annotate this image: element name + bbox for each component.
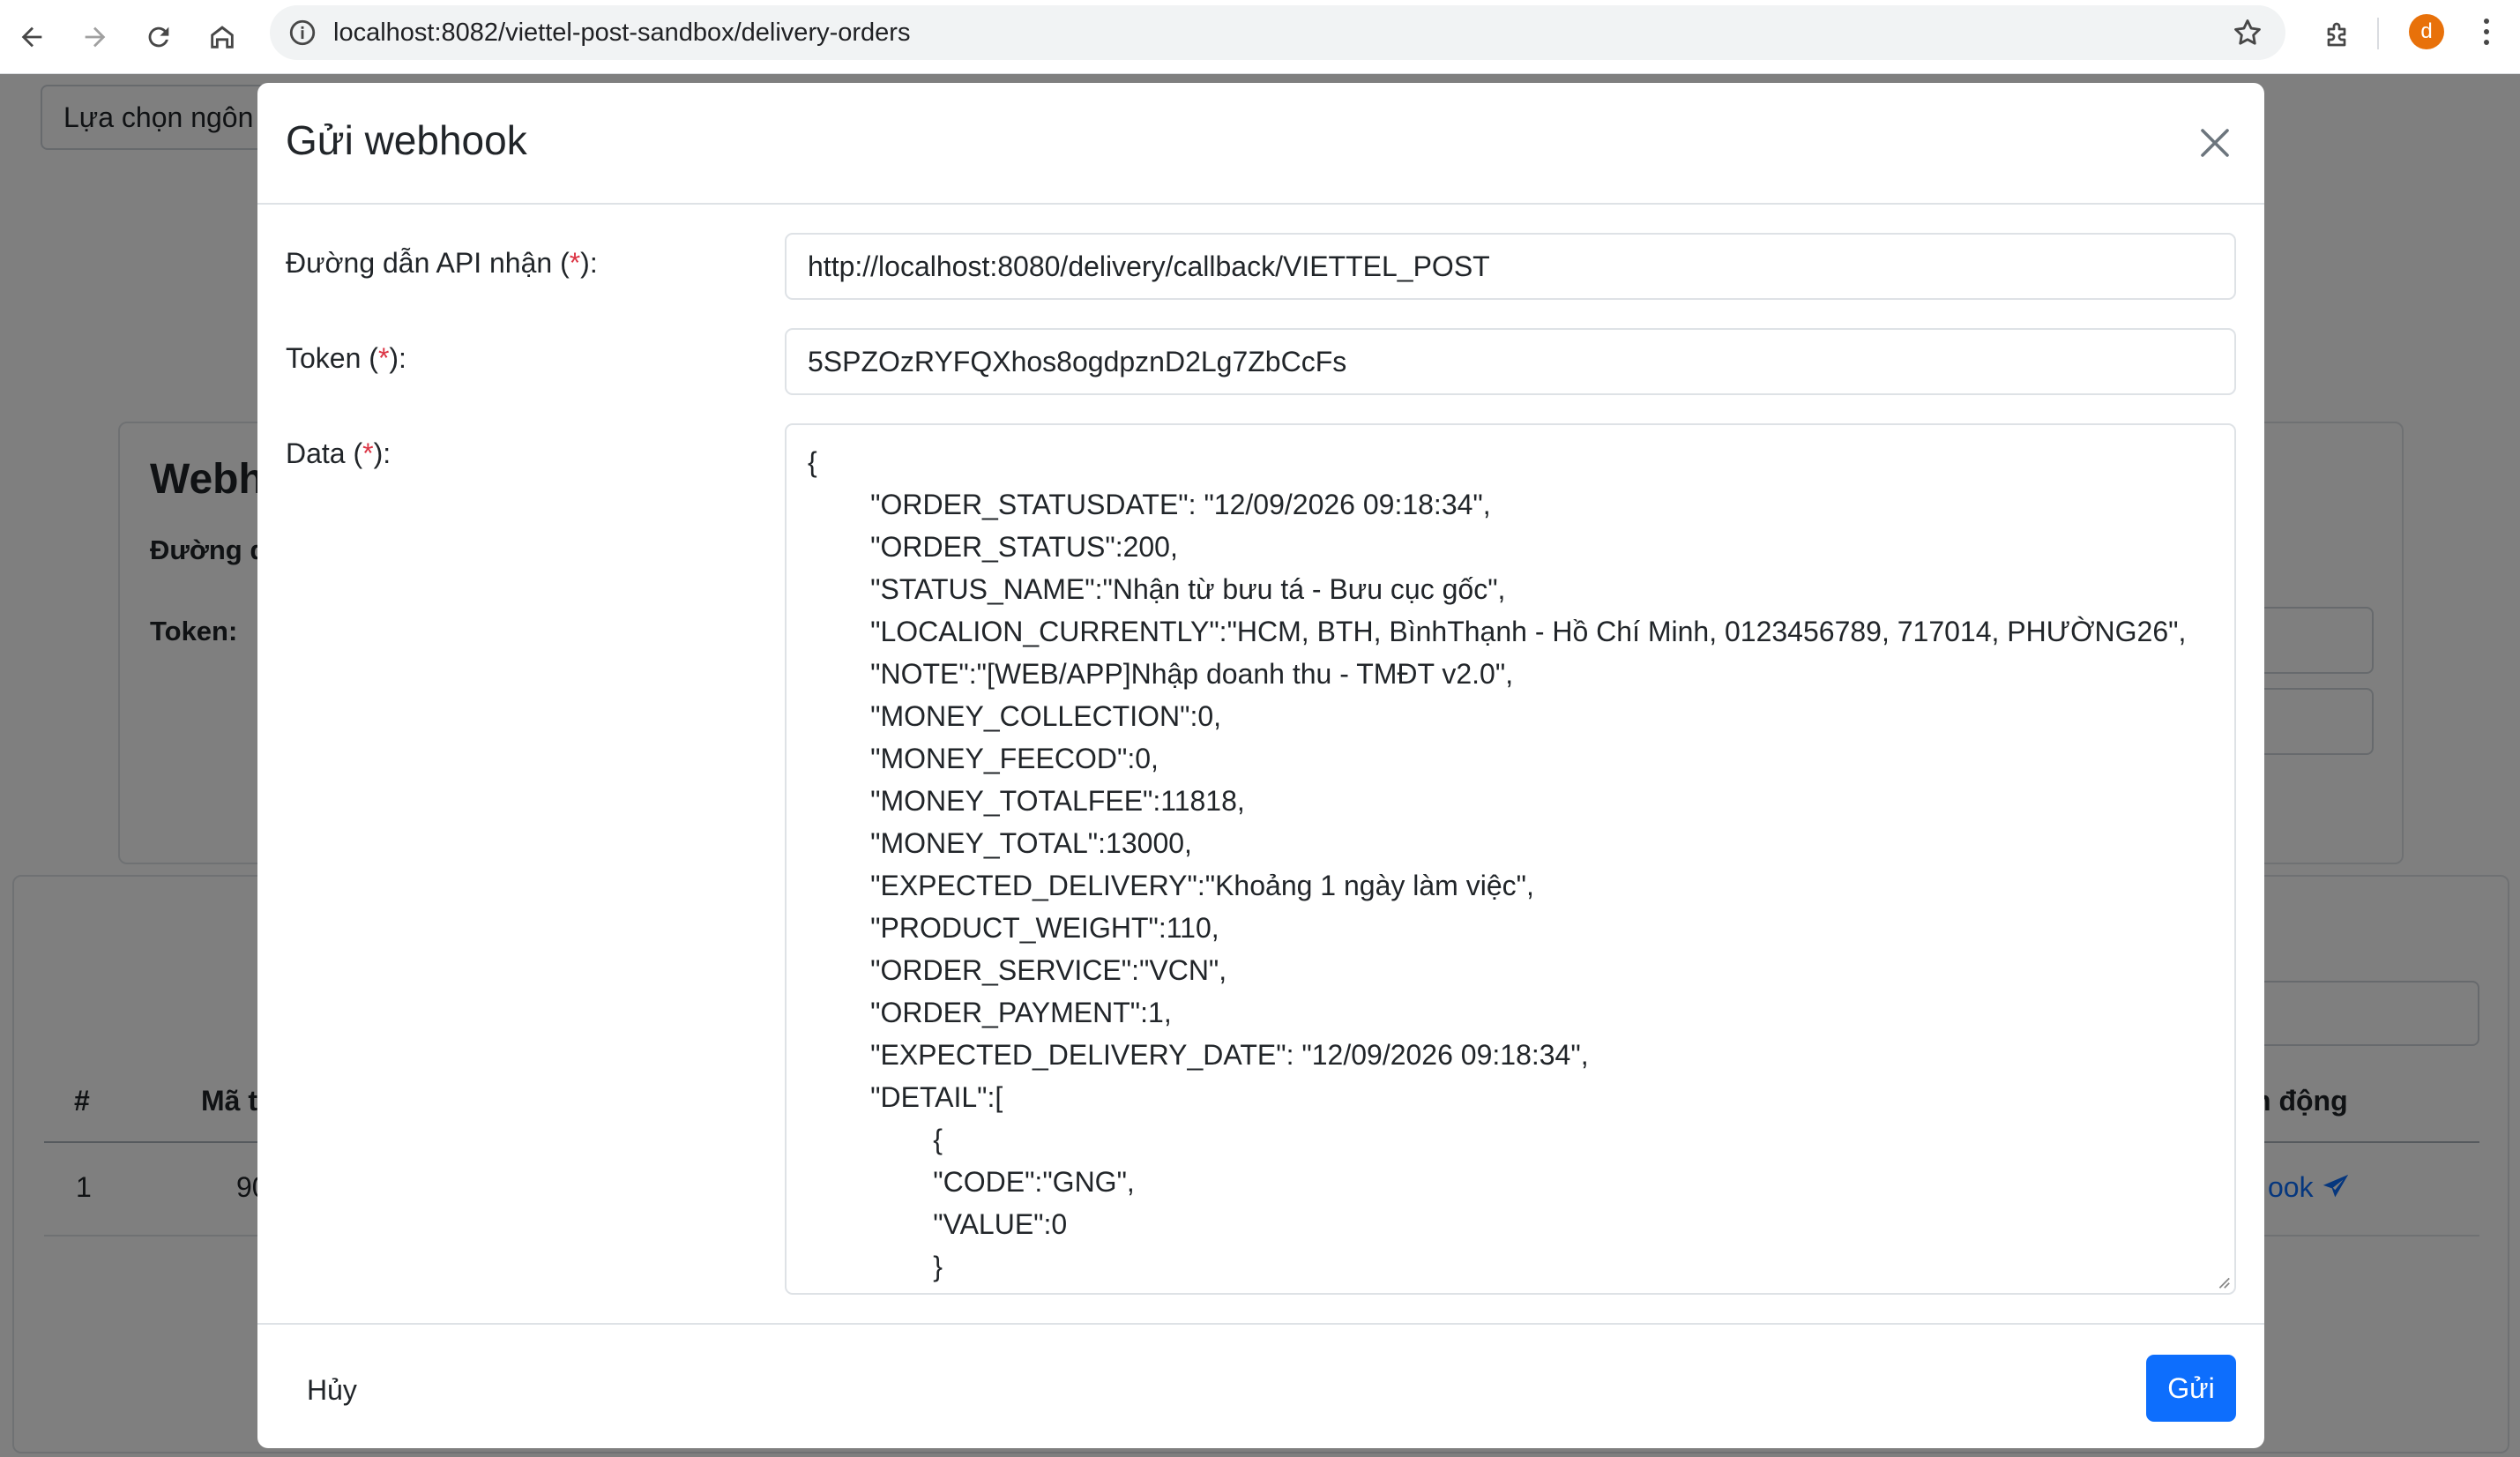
- puzzle-icon: [2327, 22, 2346, 47]
- reload-icon: [148, 26, 169, 48]
- data-textarea-content[interactable]: { "ORDER_STATUSDATE": "12/09/2026 09:18:…: [787, 425, 2234, 1293]
- modal-footer: Hủy Gửi: [257, 1323, 2264, 1448]
- close-icon: [2201, 129, 2229, 157]
- reload-button[interactable]: [134, 12, 183, 62]
- url-text[interactable]: localhost:8082/viettel-post-sandbox/deli…: [333, 5, 910, 60]
- toolbar-separator: [2377, 18, 2379, 49]
- browser-menu-icon[interactable]: [2469, 12, 2504, 51]
- api-url-input[interactable]: [785, 233, 2236, 300]
- required-mark: *: [569, 247, 581, 279]
- api-url-label: Đường dẫn API nhận (*):: [286, 247, 598, 279]
- extensions-button[interactable]: [2312, 12, 2361, 62]
- resize-handle-icon[interactable]: [2215, 1274, 2231, 1289]
- data-textarea[interactable]: { "ORDER_STATUSDATE": "12/09/2026 09:18:…: [785, 423, 2236, 1295]
- data-label: Data (*):: [286, 437, 391, 469]
- forward-button[interactable]: [71, 12, 120, 62]
- bookmark-star-icon[interactable]: [2231, 16, 2264, 49]
- required-mark: *: [377, 342, 390, 374]
- address-bar[interactable]: localhost:8082/viettel-post-sandbox/deli…: [270, 5, 2285, 60]
- close-button[interactable]: [2194, 122, 2236, 164]
- profile-avatar[interactable]: d: [2409, 14, 2444, 49]
- modal-title: Gửi webhook: [286, 117, 527, 163]
- send-button[interactable]: Gửi: [2146, 1355, 2236, 1422]
- arrow-right-icon: [85, 26, 106, 48]
- arrow-left-icon: [21, 26, 42, 48]
- token-label: Token (*):: [286, 342, 406, 374]
- token-input[interactable]: [785, 328, 2236, 395]
- back-button[interactable]: [7, 12, 56, 62]
- required-mark: *: [362, 437, 374, 469]
- cancel-button[interactable]: Hủy: [286, 1356, 378, 1423]
- send-webhook-modal: Gửi webhook Đường dẫn API nhận (*): Toke…: [257, 83, 2264, 1448]
- site-info-icon[interactable]: [287, 18, 317, 48]
- modal-header: Gửi webhook: [257, 83, 2264, 205]
- home-icon: [211, 26, 234, 49]
- browser-toolbar: localhost:8082/viettel-post-sandbox/deli…: [0, 0, 2520, 74]
- home-button[interactable]: [198, 12, 247, 62]
